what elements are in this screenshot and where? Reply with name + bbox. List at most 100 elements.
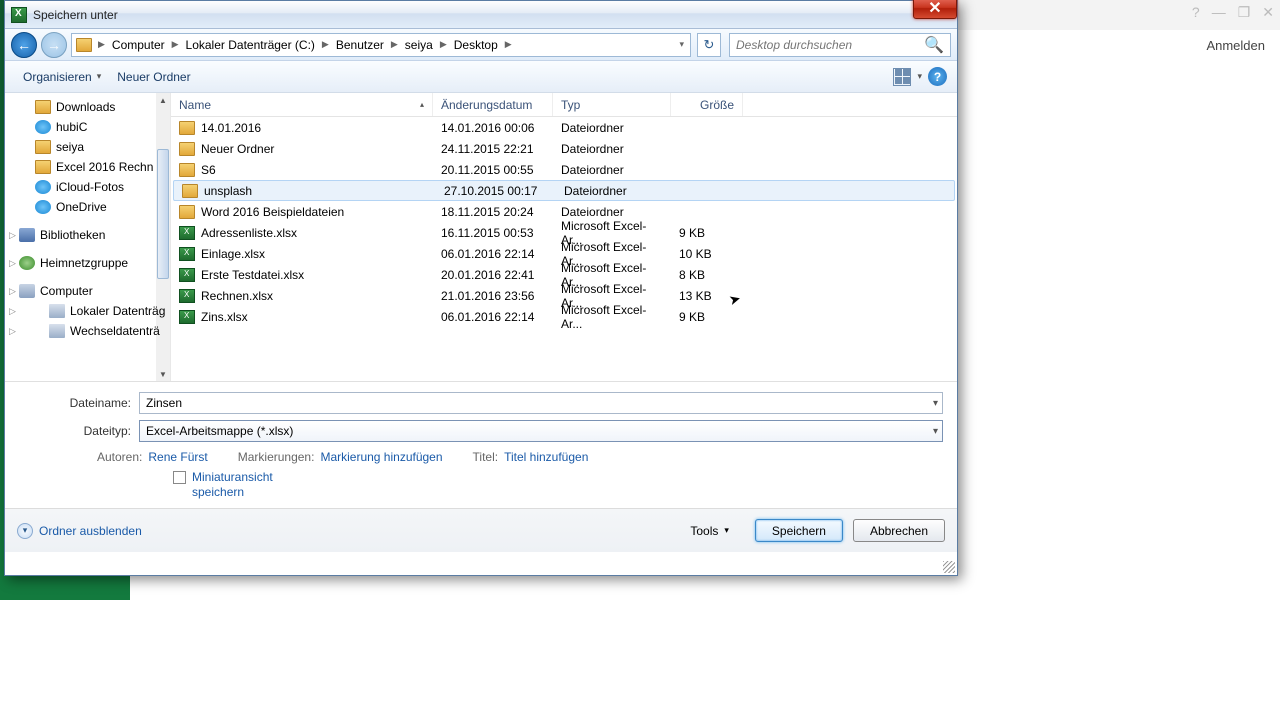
chevron-right-icon[interactable]: ▶ (503, 39, 514, 50)
chevron-right-icon[interactable]: ▶ (170, 39, 181, 50)
file-type: Dateiordner (553, 121, 671, 135)
expand-icon[interactable]: ▷ (9, 258, 16, 269)
xlsx-icon (179, 289, 195, 303)
file-name: Rechnen.xlsx (201, 289, 273, 303)
file-row[interactable]: unsplash27.10.2015 00:17Dateiordner (173, 180, 955, 201)
tags-value[interactable]: Markierung hinzufügen (320, 450, 442, 464)
column-size[interactable]: Größe (671, 93, 743, 116)
nav-bar: ← → ▶ Computer ▶ Lokaler Datenträger (C:… (5, 29, 957, 61)
tree-item[interactable]: OneDrive (5, 197, 170, 217)
maximize-icon[interactable]: ❐ (1238, 4, 1251, 21)
file-row[interactable]: 14.01.201614.01.2016 00:06Dateiordner (171, 117, 957, 138)
expand-icon[interactable]: ▷ (9, 326, 16, 337)
help-button[interactable]: ? (928, 67, 947, 86)
dialog-body: ▲ ▼ DownloadshubiC seiya Excel 2016 Rechni… (5, 93, 957, 381)
search-box[interactable]: 🔍 (729, 33, 951, 57)
filetype-select[interactable]: Excel-Arbeitsmappe (*.xlsx)▾ (139, 420, 943, 442)
tree-item[interactable]: seiya (5, 137, 170, 157)
sign-in-link[interactable]: Anmelden (1206, 38, 1265, 53)
close-icon: ✕ (928, 0, 941, 18)
tree-item[interactable]: Excel 2016 Rechn (5, 157, 170, 177)
search-icon[interactable]: 🔍 (924, 35, 944, 55)
cancel-button[interactable]: Abbrechen (853, 519, 945, 542)
help-icon[interactable]: ? (1192, 4, 1200, 21)
pc-icon (19, 284, 35, 298)
scroll-up-icon[interactable]: ▲ (156, 93, 170, 107)
xlsx-icon (179, 226, 195, 240)
tree-item[interactable]: ▷ Computer (5, 281, 170, 301)
nav-tree[interactable]: ▲ ▼ DownloadshubiC seiya Excel 2016 Rechni… (5, 93, 171, 381)
folder-icon (35, 100, 51, 114)
chevron-right-icon[interactable]: ▶ (389, 39, 400, 50)
chevron-down-icon[interactable]: ▾ (933, 398, 938, 409)
filename-input[interactable]: Zinsen▾ (139, 392, 943, 414)
thumbnail-checkbox[interactable] (173, 471, 186, 484)
file-list[interactable]: Name▴ Änderungsdatum Typ Größe 14.01.201… (171, 93, 957, 381)
xlsx-icon (179, 310, 195, 324)
nav-forward-button[interactable]: → (41, 32, 67, 58)
organize-button[interactable]: Organisieren (15, 65, 109, 89)
tree-item[interactable]: ▷Lokaler Datenträg (5, 301, 170, 321)
title-value[interactable]: Titel hinzufügen (504, 450, 588, 464)
file-date: 24.11.2015 22:21 (433, 142, 553, 156)
chevron-down-icon[interactable]: ▾ (917, 71, 922, 82)
tools-button[interactable]: Tools (674, 519, 745, 542)
author-label: Autoren: (97, 450, 142, 464)
chevron-down-icon[interactable]: ▾ (677, 39, 686, 50)
breadcrumb-segment[interactable]: Lokaler Datenträger (C:) (181, 34, 320, 56)
chevron-down-icon[interactable]: ▾ (933, 426, 938, 437)
title-label: Titel: (473, 450, 499, 464)
tree-item-label: OneDrive (56, 200, 107, 214)
tree-item[interactable]: ▷Bibliotheken (5, 225, 170, 245)
titlebar[interactable]: Speichern unter ✕ (5, 1, 957, 29)
column-date[interactable]: Änderungsdatum (433, 93, 553, 116)
column-type[interactable]: Typ (553, 93, 671, 116)
file-type: Dateiordner (553, 205, 671, 219)
filetype-label: Dateityp: (19, 424, 139, 438)
tree-item[interactable]: iCloud-Fotos (5, 177, 170, 197)
column-name[interactable]: Name▴ (171, 93, 433, 116)
nav-back-button[interactable]: ← (11, 32, 37, 58)
chevron-right-icon[interactable]: ▶ (438, 39, 449, 50)
search-input[interactable] (736, 38, 924, 52)
xlsx-icon (179, 268, 195, 282)
breadcrumb-segment[interactable]: seiya (400, 34, 438, 56)
expand-icon[interactable]: ▷ (9, 286, 16, 297)
minimize-icon[interactable]: — (1212, 4, 1226, 21)
file-type: Dateiordner (553, 163, 671, 177)
expand-icon[interactable]: ▷ (9, 306, 16, 317)
tree-item-label: seiya (56, 140, 84, 154)
file-row[interactable]: S620.11.2015 00:55Dateiordner (171, 159, 957, 180)
tree-item-label: Computer (40, 284, 93, 298)
file-row[interactable]: Zins.xlsx06.01.2016 22:14Microsoft Excel… (171, 306, 957, 327)
breadcrumb-segment[interactable]: Benutzer (331, 34, 389, 56)
file-date: 06.01.2016 22:14 (433, 247, 553, 261)
lib-icon (19, 228, 35, 242)
expand-icon[interactable]: ▷ (9, 230, 16, 241)
tree-item[interactable]: ▷Wechseldatenträ (5, 321, 170, 341)
tree-item[interactable]: hubiC (5, 117, 170, 137)
view-options-button[interactable] (893, 68, 911, 86)
close-icon[interactable]: ✕ (1262, 4, 1274, 21)
tags-label: Markierungen: (238, 450, 315, 464)
breadcrumb-segment[interactable]: Desktop (449, 34, 503, 56)
filename-label: Dateiname: (19, 396, 139, 410)
folder-icon (179, 142, 195, 156)
folder-icon (182, 184, 198, 198)
tree-item[interactable]: Downloads (5, 97, 170, 117)
scroll-down-icon[interactable]: ▼ (156, 367, 170, 381)
tree-item[interactable]: ▷Heimnetzgruppe (5, 253, 170, 273)
chevron-right-icon[interactable]: ▶ (96, 39, 107, 50)
breadcrumb-segment[interactable]: Computer (107, 34, 170, 56)
close-button[interactable]: ✕ (913, 0, 957, 19)
save-button[interactable]: Speichern (755, 519, 843, 542)
file-date: 18.11.2015 20:24 (433, 205, 553, 219)
file-row[interactable]: Neuer Ordner24.11.2015 22:21Dateiordner (171, 138, 957, 159)
author-value[interactable]: Rene Fürst (148, 450, 207, 464)
refresh-button[interactable]: ↻ (697, 33, 721, 57)
hide-folders-button[interactable]: ▾ Ordner ausblenden (17, 523, 142, 539)
breadcrumb[interactable]: ▶ Computer ▶ Lokaler Datenträger (C:) ▶ … (71, 33, 691, 57)
chevron-right-icon[interactable]: ▶ (320, 39, 331, 50)
new-folder-button[interactable]: Neuer Ordner (109, 65, 198, 89)
resize-grip[interactable] (943, 561, 955, 573)
